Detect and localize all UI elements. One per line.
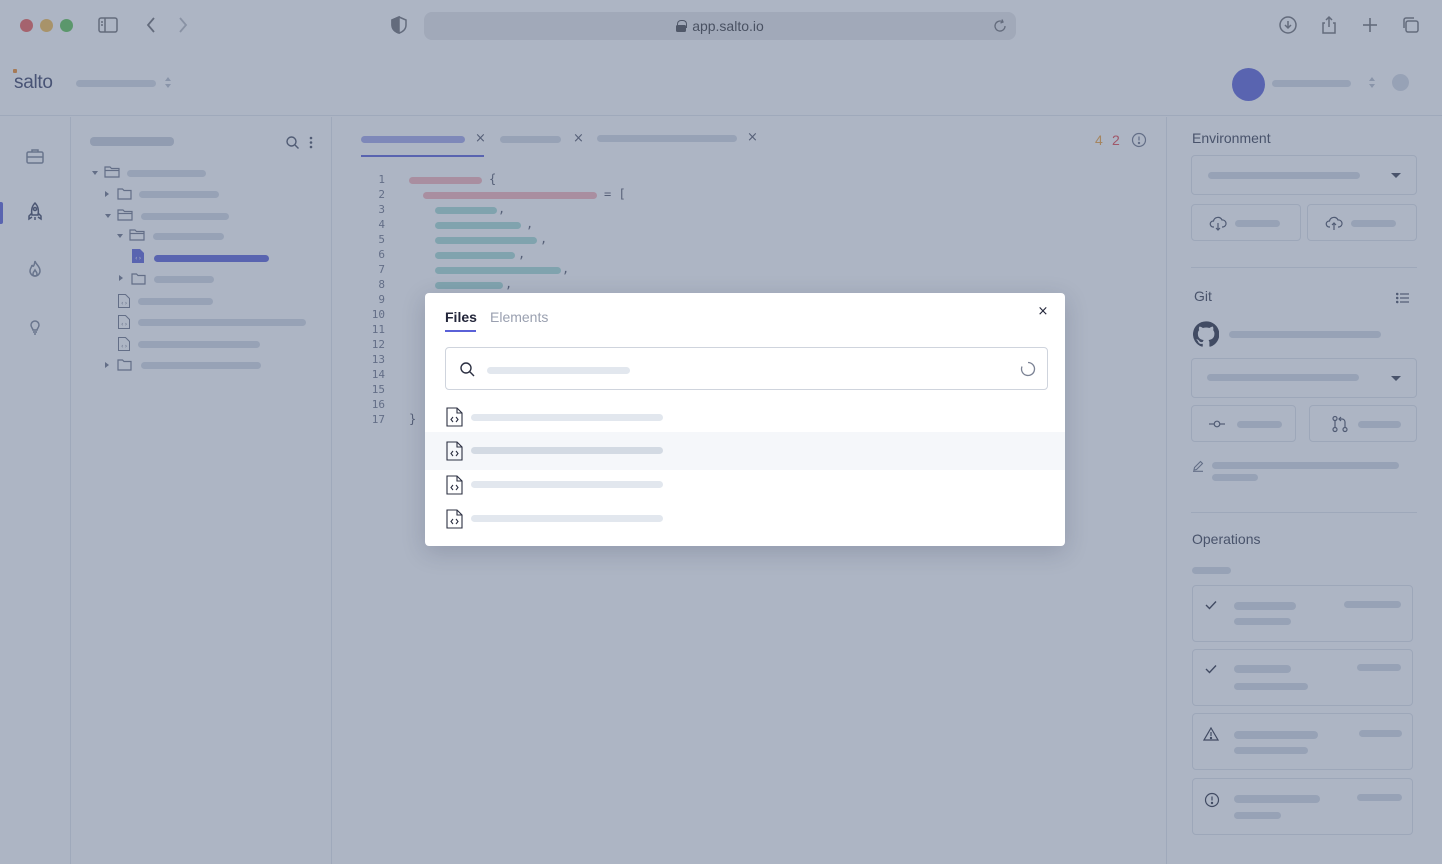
code-file-icon (446, 475, 463, 495)
search-result-item[interactable] (425, 500, 1065, 538)
tab-elements[interactable]: Elements (490, 309, 548, 325)
quick-open-modal: Files Elements × (425, 293, 1065, 546)
loading-spinner-icon (1020, 361, 1036, 377)
search-icon (459, 361, 475, 377)
result-label-placeholder (471, 447, 663, 454)
search-field[interactable] (445, 347, 1048, 390)
code-file-icon (446, 509, 463, 529)
search-result-item[interactable] (425, 466, 1065, 504)
result-label-placeholder (471, 481, 663, 488)
result-label-placeholder (471, 515, 663, 522)
code-file-icon (446, 441, 463, 461)
search-query-placeholder (487, 367, 630, 374)
close-modal-button[interactable]: × (1035, 304, 1051, 320)
search-result-item-highlighted[interactable] (425, 432, 1065, 470)
search-result-item[interactable] (425, 398, 1065, 436)
result-label-placeholder (471, 414, 663, 421)
code-file-icon (446, 407, 463, 427)
tab-files[interactable]: Files (445, 309, 477, 325)
active-tab-underline (445, 330, 476, 332)
